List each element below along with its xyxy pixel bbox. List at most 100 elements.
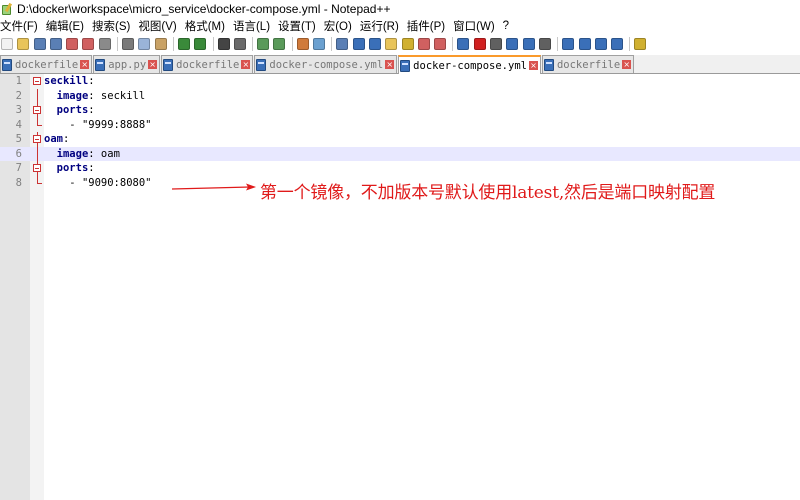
record-macro-icon[interactable] — [473, 37, 487, 51]
yaml-key: oam — [44, 133, 63, 145]
toolbar-separator — [172, 37, 174, 51]
show-all-chars-icon[interactable] — [352, 37, 366, 51]
code-text: - "9999:8888" — [44, 118, 151, 133]
fold-toggle-icon[interactable] — [31, 132, 43, 147]
find-icon[interactable] — [217, 37, 231, 51]
sort-lines-icon[interactable] — [561, 37, 575, 51]
code-line[interactable]: 3 ports: — [0, 103, 800, 118]
yaml-value: oam — [100, 147, 120, 160]
toolbar — [0, 34, 800, 54]
paste-icon[interactable] — [154, 37, 168, 51]
move-down-icon[interactable] — [594, 37, 608, 51]
save-macro-icon[interactable] — [538, 37, 552, 51]
close-icon[interactable]: × — [241, 60, 251, 69]
run-macro-multiple-icon[interactable] — [522, 37, 536, 51]
fold-toggle-icon[interactable] — [31, 103, 43, 118]
tab-label: app.py — [108, 58, 147, 71]
menu-item[interactable]: 视图(V) — [138, 18, 179, 34]
fold-toggle-icon[interactable] — [31, 161, 43, 176]
menu-item[interactable]: 格式(M) — [185, 18, 228, 34]
line-number: 8 — [15, 176, 22, 189]
menu-item[interactable]: 运行(R) — [360, 18, 402, 34]
file-save-state-icon — [400, 59, 411, 72]
close-icon[interactable]: × — [622, 60, 632, 69]
close-icon[interactable]: × — [148, 60, 158, 69]
close-icon[interactable] — [65, 37, 79, 51]
code-lines[interactable]: 1 seckill: 2 image: seckill 3 ports: 4 - "99… — [0, 74, 800, 190]
menu-item[interactable]: 插件(P) — [407, 18, 448, 34]
close-all-icon[interactable] — [81, 37, 95, 51]
monitoring-icon[interactable] — [456, 37, 470, 51]
code-line[interactable]: 2 image: seckill — [0, 88, 800, 104]
yaml-separator: : — [88, 147, 101, 160]
yaml-separator: : — [88, 162, 95, 174]
indent-guide-icon[interactable] — [368, 37, 382, 51]
close-icon[interactable]: × — [385, 60, 395, 69]
print-icon[interactable] — [98, 37, 112, 51]
zoom-out-icon[interactable] — [272, 37, 286, 51]
code-line[interactable]: 4 - "9999:8888" — [0, 117, 800, 133]
undo-icon[interactable] — [177, 37, 191, 51]
menu-item[interactable]: ? — [503, 20, 512, 32]
title-bar: D:\docker\workspace\micro_service\docker… — [0, 0, 800, 17]
plugin-icon[interactable] — [633, 37, 647, 51]
save-icon[interactable] — [33, 37, 47, 51]
toolbar-separator — [331, 37, 333, 51]
file-save-state-icon — [2, 58, 12, 71]
menu-item[interactable]: 编辑(E) — [46, 18, 87, 34]
tab-docker-compose-yml[interactable]: docker-compose.yml × — [398, 55, 541, 74]
tab-dockerfile[interactable]: dockerfile × — [0, 55, 93, 73]
code-line[interactable]: 7 ports: — [0, 161, 800, 176]
sync-vertical-icon[interactable] — [296, 37, 310, 51]
line-number: 6 — [15, 147, 22, 160]
code-text: image: seckill — [44, 89, 146, 104]
zoom-in-icon[interactable] — [256, 37, 270, 51]
copy-icon[interactable] — [137, 37, 151, 51]
yaml-key: image — [56, 147, 89, 160]
tab-docker-compose-yml[interactable]: docker-compose.yml × — [254, 55, 398, 73]
menu-item[interactable]: 搜索(S) — [92, 18, 133, 34]
new-file-icon[interactable] — [0, 37, 14, 51]
tab-app-py[interactable]: app.py × — [93, 55, 161, 73]
menu-item[interactable]: 窗口(W) — [453, 18, 498, 34]
redo-icon[interactable] — [193, 37, 207, 51]
menu-item[interactable]: 语言(L) — [233, 18, 273, 34]
word-wrap-icon[interactable] — [335, 37, 349, 51]
doc-map-icon[interactable] — [384, 37, 398, 51]
close-icon[interactable]: × — [80, 60, 90, 69]
tab-dockerfile[interactable]: dockerfile × — [161, 55, 254, 73]
save-all-icon[interactable] — [49, 37, 63, 51]
code-line[interactable]: 6 image: oam — [0, 146, 800, 161]
folder-as-workspace-icon[interactable] — [417, 37, 431, 51]
code-line[interactable]: 1 seckill: — [0, 74, 800, 89]
close-icon[interactable]: × — [528, 61, 538, 70]
stop-record-icon[interactable] — [489, 37, 503, 51]
playback-macro-icon[interactable] — [505, 37, 519, 51]
file-save-state-icon — [163, 58, 174, 71]
toolbar-separator — [557, 37, 559, 51]
menu-item[interactable]: 宏(O) — [324, 18, 355, 34]
menu-item[interactable]: 文件(F) — [0, 18, 41, 34]
function-list-icon[interactable] — [401, 37, 415, 51]
open-file-icon[interactable] — [16, 37, 30, 51]
triangle-down-icon[interactable] — [610, 37, 624, 51]
doc-list-icon[interactable] — [433, 37, 447, 51]
replace-icon[interactable] — [233, 37, 247, 51]
cut-icon[interactable] — [121, 37, 135, 51]
editor-area[interactable]: 1 seckill: 2 image: seckill 3 ports: 4 - "99… — [0, 74, 800, 500]
tab-dockerfile[interactable]: dockerfile × — [541, 55, 635, 73]
annotation: 第一个镜像，不加版本号默认使用latest,然后是端口映射配置 — [172, 178, 800, 208]
move-up-icon[interactable] — [578, 37, 592, 51]
file-save-state-icon — [543, 58, 554, 71]
code-line[interactable]: 5 oam: — [0, 132, 800, 147]
sync-horizontal-icon[interactable] — [312, 37, 326, 51]
fold-toggle-icon[interactable] — [31, 74, 43, 89]
menu-item[interactable]: 设置(T) — [278, 18, 319, 34]
tab-label: docker-compose.yml — [413, 59, 527, 72]
